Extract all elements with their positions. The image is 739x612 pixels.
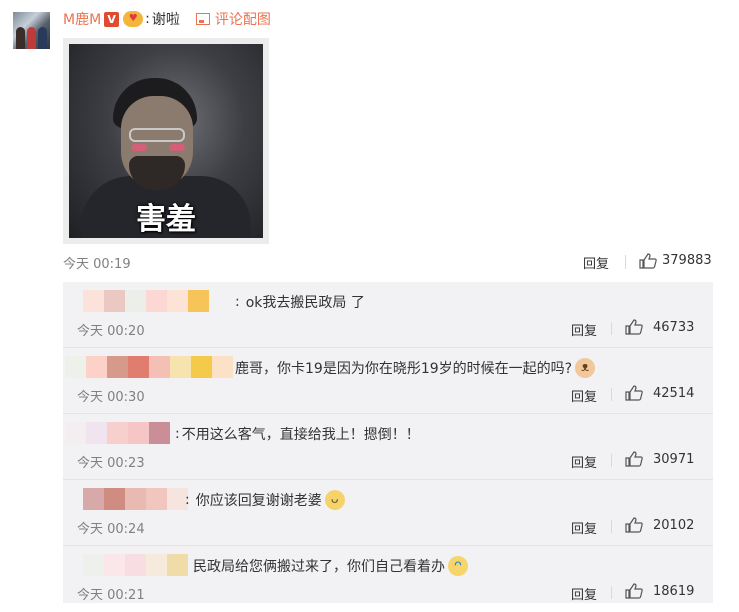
divider: [611, 388, 612, 401]
reply-like-count: 42514: [653, 386, 695, 401]
divider: [611, 520, 612, 533]
blurred-username: [83, 290, 209, 312]
reply-button[interactable]: 回复: [571, 386, 597, 405]
commenter-avatar[interactable]: [13, 12, 50, 49]
reply-text: 民政局给您俩搬过来了，你们自己看着办: [193, 559, 445, 575]
laugh-cry-icon: ᴖ: [448, 556, 468, 576]
doge-face-icon: ᴗ: [324, 490, 345, 510]
heart-emoji-icon: ♥: [123, 11, 144, 27]
divider: [611, 454, 612, 467]
divider: [625, 255, 626, 269]
comment-header: M鹿M V ♥ : 谢啦 评论配图: [63, 9, 271, 29]
blurred-username: [65, 356, 233, 378]
reply-time: 今天 00:23: [77, 456, 145, 471]
divider: [611, 586, 612, 599]
cat-face-icon: ᴥ: [575, 358, 596, 378]
commenter-username[interactable]: M鹿M: [63, 9, 101, 29]
reply-like-count: 30971: [653, 452, 695, 467]
reply-button[interactable]: 回复: [571, 452, 597, 471]
reply-list: : ok我去搬民政局 了 今天 00:20 回复 46733 鹿哥，你卡19是因…: [63, 282, 713, 603]
picture-icon: [195, 13, 210, 25]
reply-text: 你应该回复谢谢老婆: [195, 493, 322, 509]
reply-button[interactable]: 回复: [571, 584, 597, 603]
image-caption: 害羞: [136, 202, 196, 237]
reply-text: 不用这么客气，直接给我上！摁倒！！: [181, 427, 420, 443]
thumbs-up-icon[interactable]: [639, 253, 657, 269]
comment-image-link[interactable]: 评论配图: [195, 9, 271, 29]
v-badge-icon: V: [104, 11, 120, 27]
thumbs-up-icon[interactable]: [625, 385, 643, 401]
reply-item: : ok我去搬民政局 了 今天 00:20 回复 46733: [63, 282, 713, 348]
reply-item: : 不用这么客气，直接给我上！摁倒！！ 今天 00:23 回复 30971: [63, 414, 713, 480]
reply-text: ok我去搬民政局 了: [245, 295, 365, 311]
comment-text: 谢啦: [151, 12, 180, 28]
reply-time: 今天 00:21: [77, 588, 145, 603]
comment-like-count: 379883: [662, 253, 712, 268]
reply-like-count: 20102: [653, 518, 695, 533]
comment-image-frame[interactable]: 害羞: [63, 38, 269, 244]
comment-time: 今天 00:19: [63, 257, 131, 272]
thumbs-up-icon[interactable]: [625, 583, 643, 599]
colon-separator: :: [145, 11, 150, 27]
thumbs-up-icon[interactable]: [625, 517, 643, 533]
blurred-username: [83, 488, 188, 510]
reply-time: 今天 00:20: [77, 324, 145, 339]
reply-like-count: 46733: [653, 320, 695, 335]
reply-text: 鹿哥，你卡19是因为你在晓彤19岁的时候在一起的吗?: [235, 361, 573, 377]
comment-image-link-label: 评论配图: [214, 12, 271, 28]
reply-like-count: 18619: [653, 584, 695, 599]
reply-item: : 你应该回复谢谢老婆 ᴗ 今天 00:24 回复 20102: [63, 480, 713, 546]
reply-button[interactable]: 回复: [571, 320, 597, 339]
thumbs-up-icon[interactable]: [625, 319, 643, 335]
thumbs-up-icon[interactable]: [625, 451, 643, 467]
reply-item: 鹿哥，你卡19是因为你在晓彤19岁的时候在一起的吗? ᴥ 今天 00:30 回复 …: [63, 348, 713, 414]
reply-time: 今天 00:24: [77, 522, 145, 537]
comment-reply-button[interactable]: 回复: [583, 253, 609, 272]
blurred-username: [83, 554, 188, 576]
reply-time: 今天 00:30: [77, 390, 145, 405]
comment-image[interactable]: 害羞: [69, 44, 263, 238]
reply-button[interactable]: 回复: [571, 518, 597, 537]
blurred-username: [65, 422, 170, 444]
divider: [611, 322, 612, 335]
reply-item: 民政局给您俩搬过来了，你们自己看着办 ᴖ 今天 00:21 回复 18619: [63, 546, 713, 612]
